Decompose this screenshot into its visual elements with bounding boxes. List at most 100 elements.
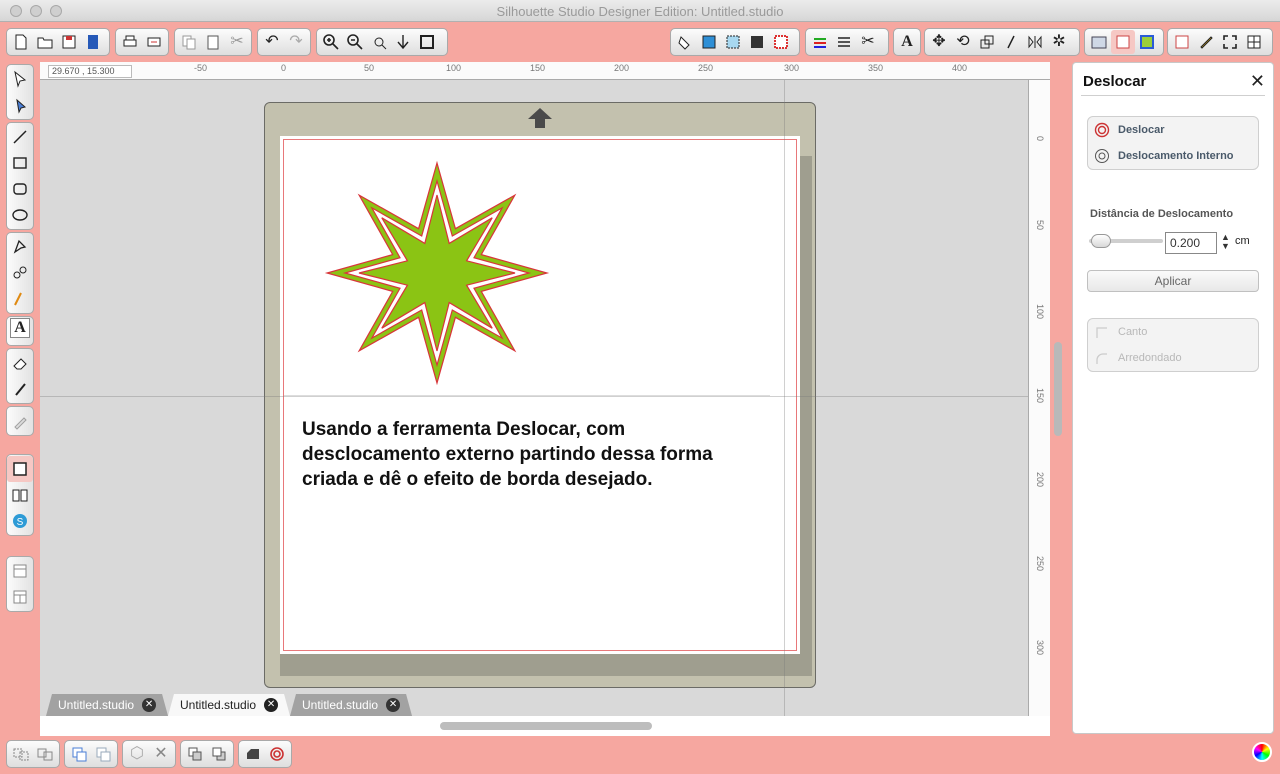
corner-option[interactable]: Canto bbox=[1088, 319, 1258, 345]
offset-bottom-icon[interactable] bbox=[265, 742, 289, 766]
modify-icon[interactable] bbox=[241, 742, 265, 766]
select-tools bbox=[6, 64, 34, 120]
send-to-back-icon[interactable] bbox=[207, 742, 231, 766]
offset-panel-icon[interactable] bbox=[1111, 30, 1135, 54]
rounded-rectangle-tool-icon[interactable] bbox=[7, 176, 33, 202]
line-color-icon[interactable] bbox=[808, 30, 832, 54]
document-tab[interactable]: Untitled.studio ✕ bbox=[46, 694, 168, 716]
layout-tools bbox=[6, 556, 34, 612]
line-style-icon[interactable] bbox=[832, 30, 856, 54]
offset-distance-input[interactable] bbox=[1165, 232, 1217, 254]
polygon-tool-icon[interactable] bbox=[7, 234, 33, 260]
fill-texture-icon[interactable] bbox=[745, 30, 769, 54]
point-edit-icon[interactable] bbox=[7, 92, 33, 118]
save-icon[interactable] bbox=[57, 30, 81, 54]
line-tool-icon[interactable] bbox=[7, 124, 33, 150]
online-store-icon[interactable]: S bbox=[7, 508, 33, 534]
page-setup-icon[interactable] bbox=[1170, 30, 1194, 54]
mode-tools: S bbox=[6, 454, 34, 536]
svg-text:S: S bbox=[17, 517, 24, 528]
offset-star-shape[interactable] bbox=[324, 160, 550, 386]
rectangle-tool-icon[interactable] bbox=[7, 150, 33, 176]
eraser-tool-icon[interactable] bbox=[7, 350, 33, 376]
library-icon[interactable] bbox=[1087, 30, 1111, 54]
design-canvas[interactable]: 29.670 , 15.300 -50 0 50 100 150 200 250… bbox=[40, 62, 1050, 716]
move-icon[interactable]: ✥ bbox=[927, 30, 951, 54]
fill-pattern-icon[interactable] bbox=[721, 30, 745, 54]
history-tools: ↶ ↷ bbox=[257, 28, 311, 56]
vertical-scrollbar[interactable] bbox=[1054, 342, 1062, 436]
mirror-icon[interactable] bbox=[1023, 30, 1047, 54]
fill-gradient-icon[interactable] bbox=[697, 30, 721, 54]
group-icon[interactable] bbox=[9, 742, 33, 766]
horizontal-scroll-thumb[interactable] bbox=[440, 722, 652, 730]
text-tool-icon[interactable]: A bbox=[10, 318, 30, 338]
star-inner-shape[interactable] bbox=[358, 194, 516, 352]
zoom-select-icon[interactable] bbox=[367, 30, 391, 54]
fit-page-icon[interactable] bbox=[415, 30, 439, 54]
shear-icon[interactable] bbox=[999, 30, 1023, 54]
fill-color-icon[interactable] bbox=[673, 30, 697, 54]
cut-style-icon[interactable]: ✂ bbox=[856, 30, 880, 54]
color-wheel-icon[interactable] bbox=[1252, 742, 1272, 762]
single-view-icon[interactable] bbox=[7, 558, 33, 584]
eyedropper-tool-icon[interactable] bbox=[7, 408, 33, 434]
ruler-tick: 300 bbox=[1035, 640, 1045, 656]
offset-distance-stepper[interactable]: ▲ ▼ bbox=[1221, 233, 1230, 251]
delete-icon[interactable]: ✕ bbox=[149, 742, 173, 766]
panel-title: Deslocar bbox=[1083, 73, 1147, 90]
tab-close-icon[interactable]: ✕ bbox=[142, 698, 156, 712]
internal-offset-option[interactable]: Deslocamento Interno bbox=[1088, 143, 1258, 169]
offset-distance-slider-knob[interactable] bbox=[1091, 234, 1111, 248]
release-compound-icon[interactable] bbox=[91, 742, 115, 766]
tab-close-icon[interactable]: ✕ bbox=[386, 698, 400, 712]
freehand-tool-icon[interactable] bbox=[7, 286, 33, 312]
canvas-caption-text[interactable]: Usando a ferramenta Deslocar, com desclo… bbox=[302, 417, 752, 492]
open-folder-icon[interactable] bbox=[33, 30, 57, 54]
redo-icon[interactable]: ↷ bbox=[284, 30, 308, 54]
paste-icon[interactable] bbox=[201, 30, 225, 54]
grid-icon[interactable] bbox=[1242, 30, 1266, 54]
make-compound-icon[interactable] bbox=[67, 742, 91, 766]
zoom-out-icon[interactable] bbox=[343, 30, 367, 54]
text-style-icon[interactable]: A bbox=[896, 30, 918, 54]
ungroup-icon[interactable] bbox=[33, 742, 57, 766]
undo-icon[interactable]: ↶ bbox=[260, 30, 284, 54]
main-toolbar: ✂ ↶ ↷ ✂ A ✥ ⟲ ✲ bbox=[0, 22, 1280, 62]
zoom-in-icon[interactable] bbox=[319, 30, 343, 54]
panel-close-icon[interactable]: ✕ bbox=[1250, 71, 1265, 92]
compound-tools bbox=[64, 740, 118, 768]
trace-icon[interactable] bbox=[1135, 30, 1159, 54]
copy-icon[interactable] bbox=[177, 30, 201, 54]
bring-to-front-icon[interactable] bbox=[183, 742, 207, 766]
rotate-icon[interactable]: ⟲ bbox=[951, 30, 975, 54]
scale-icon[interactable] bbox=[975, 30, 999, 54]
tab-close-icon[interactable]: ✕ bbox=[264, 698, 278, 712]
design-page-icon[interactable] bbox=[7, 456, 33, 482]
cut-settings-icon[interactable] bbox=[769, 30, 793, 54]
cut-icon[interactable]: ✂ bbox=[225, 30, 249, 54]
print-icon[interactable] bbox=[118, 30, 142, 54]
knife-tool-icon[interactable] bbox=[7, 376, 33, 402]
panel-divider bbox=[1081, 95, 1265, 96]
pan-icon[interactable] bbox=[391, 30, 415, 54]
apply-button[interactable]: Aplicar bbox=[1087, 270, 1259, 292]
duplicate-icon[interactable]: ⬡ bbox=[125, 742, 149, 766]
select-arrow-icon[interactable] bbox=[7, 66, 33, 92]
sketch-icon[interactable] bbox=[1194, 30, 1218, 54]
offset-option[interactable]: Deslocar bbox=[1088, 117, 1258, 143]
ruler-tick: 400 bbox=[952, 63, 968, 73]
replicate-icon[interactable]: ✲ bbox=[1047, 30, 1071, 54]
library-book-icon[interactable] bbox=[7, 482, 33, 508]
curve-tool-icon[interactable] bbox=[7, 260, 33, 286]
fullscreen-icon[interactable] bbox=[1218, 30, 1242, 54]
document-tab[interactable]: Untitled.studio ✕ bbox=[290, 694, 412, 716]
horizontal-scrollbar[interactable] bbox=[40, 716, 1050, 736]
document-tab-active[interactable]: Untitled.studio ✕ bbox=[168, 694, 290, 716]
ellipse-tool-icon[interactable] bbox=[7, 202, 33, 228]
rounded-option[interactable]: Arredondado bbox=[1088, 345, 1258, 371]
print-cut-icon[interactable] bbox=[142, 30, 166, 54]
save-to-sd-icon[interactable] bbox=[81, 30, 105, 54]
split-view-icon[interactable] bbox=[7, 584, 33, 610]
new-document-icon[interactable] bbox=[9, 30, 33, 54]
